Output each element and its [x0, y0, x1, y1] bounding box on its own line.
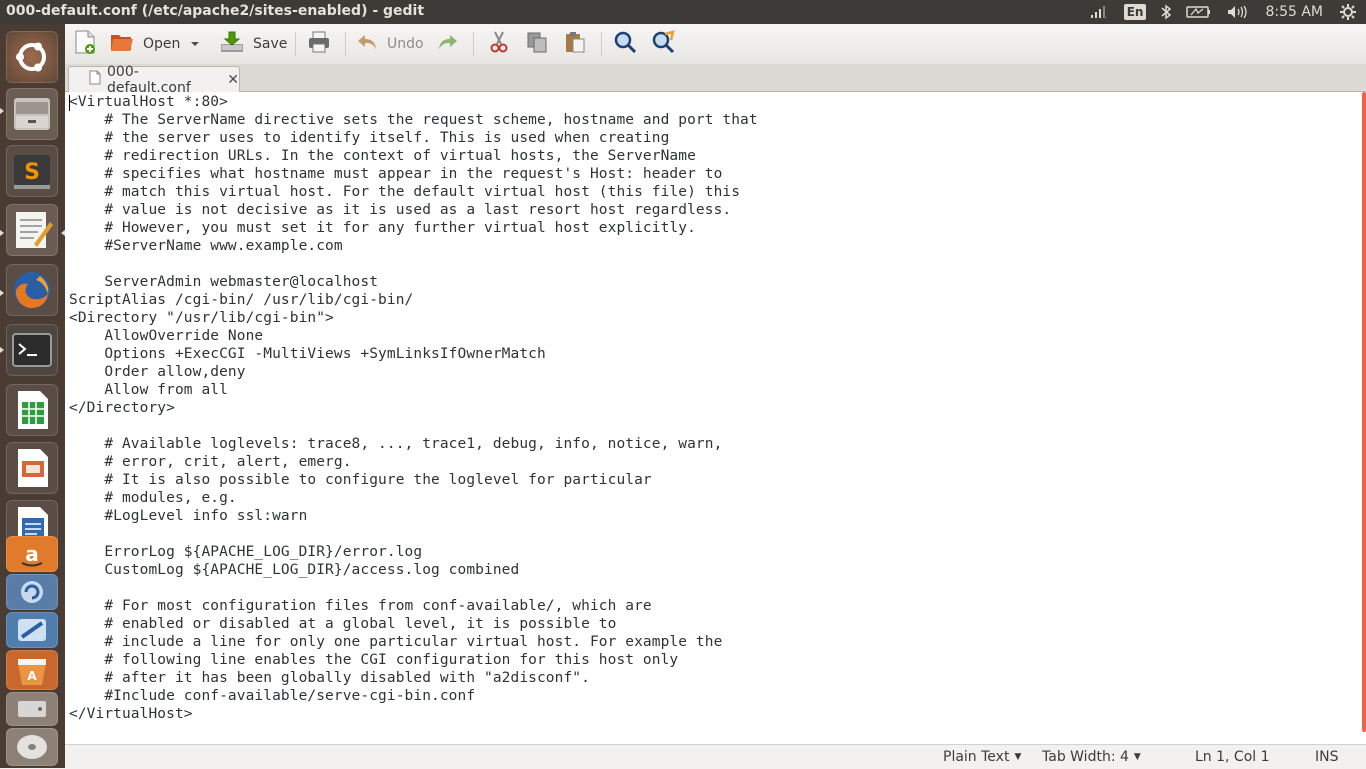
launcher-running-indicator: [0, 108, 4, 114]
folder-open-icon: [109, 30, 135, 58]
launcher-running-indicator: [0, 230, 4, 236]
document-text[interactable]: <VirtualHost *:80> # The ServerName dire…: [69, 93, 758, 723]
libreoffice-calc-icon[interactable]: [6, 384, 58, 436]
print-icon: [307, 30, 331, 58]
copy-icon: [525, 30, 549, 58]
clock[interactable]: 8:55 AM: [1265, 4, 1323, 20]
terminal-icon[interactable]: [6, 324, 58, 376]
scrollbar-thumb[interactable]: [1362, 92, 1366, 732]
language-selector[interactable]: Plain Text ▼: [943, 749, 1021, 765]
cut-icon: [487, 30, 511, 58]
find-icon: [613, 30, 637, 58]
find-replace-button[interactable]: [651, 28, 675, 60]
undo-icon: [355, 30, 379, 58]
text-cursor: [69, 95, 70, 111]
firefox-icon[interactable]: [6, 264, 58, 316]
tab-width-label: Tab Width: 4: [1042, 749, 1129, 765]
window-title: 000-default.conf (/etc/apache2/sites-ena…: [6, 3, 425, 19]
system-settings-icon[interactable]: [6, 612, 58, 648]
svg-text:S: S: [24, 160, 40, 185]
battery-icon[interactable]: [1186, 5, 1212, 19]
language-label: Plain Text: [943, 749, 1010, 765]
svg-text:A: A: [27, 669, 37, 683]
software-center-icon[interactable]: A: [6, 650, 58, 690]
ubuntu-dash-icon[interactable]: [6, 31, 58, 83]
new-document-icon: [73, 29, 97, 59]
status-bar: Plain Text ▼ Tab Width: 4 ▼ Ln 1, Col 1 IN…: [65, 744, 1366, 769]
text-document-icon: [89, 70, 101, 89]
tab-label: 000-default.conf: [107, 63, 191, 96]
launcher-running-indicator: [0, 347, 4, 353]
svg-text:a: a: [25, 542, 39, 566]
cursor-position: Ln 1, Col 1: [1195, 749, 1270, 765]
redo-icon: [436, 30, 460, 58]
paste-button[interactable]: [563, 28, 587, 60]
keyboard-language-indicator[interactable]: En: [1123, 4, 1147, 20]
undo-button[interactable]: Undo: [355, 28, 424, 60]
copy-button[interactable]: [525, 28, 549, 60]
undo-label: Undo: [387, 36, 424, 52]
open-recent-dropdown[interactable]: [190, 28, 200, 60]
cut-button[interactable]: [487, 28, 511, 60]
toolbar: Open Save Undo: [65, 24, 1366, 65]
sublime-text-icon[interactable]: S: [6, 145, 58, 197]
open-button[interactable]: Open: [109, 28, 180, 60]
chevron-down-icon: [190, 36, 200, 52]
close-tab-icon[interactable]: ✕: [227, 72, 239, 88]
print-button[interactable]: [307, 28, 331, 60]
indicator-area: . En 8:55 AM: [1083, 0, 1366, 24]
optical-drive-icon[interactable]: [6, 728, 58, 766]
svg-text:.: .: [1105, 13, 1107, 19]
chevron-down-icon: ▼: [1133, 752, 1141, 762]
libreoffice-impress-icon[interactable]: [6, 442, 58, 494]
software-updater-icon[interactable]: [6, 574, 58, 610]
find-button[interactable]: [613, 28, 637, 60]
save-icon: [219, 30, 245, 58]
amazon-icon[interactable]: a: [6, 536, 58, 572]
toolbar-separator: [345, 32, 346, 56]
paste-icon: [563, 30, 587, 58]
network-signal-icon[interactable]: .: [1090, 5, 1110, 19]
toolbar-separator: [601, 32, 602, 56]
tab-000-default-conf[interactable]: 000-default.conf ✕: [68, 64, 240, 96]
insert-mode: INS: [1315, 749, 1339, 765]
text-editor-area[interactable]: <VirtualHost *:80> # The ServerName dire…: [65, 92, 1361, 744]
toolbar-separator: [295, 32, 296, 56]
find-replace-icon: [651, 30, 675, 58]
document-tab-bar: 000-default.conf ✕: [65, 64, 1366, 96]
text-editor-icon[interactable]: [6, 204, 58, 256]
redo-button[interactable]: [436, 28, 460, 60]
new-document-button[interactable]: [73, 28, 97, 60]
volume-icon[interactable]: [1226, 5, 1248, 19]
save-button[interactable]: Save: [219, 28, 287, 60]
chevron-down-icon: ▼: [1014, 752, 1022, 762]
tab-width-selector[interactable]: Tab Width: 4 ▼: [1042, 749, 1141, 765]
launcher: S a A: [0, 24, 66, 768]
toolbar-separator: [473, 32, 474, 56]
top-panel: 000-default.conf (/etc/apache2/sites-ena…: [0, 0, 1366, 24]
vertical-scrollbar[interactable]: [1361, 92, 1366, 744]
disks-icon[interactable]: [6, 692, 58, 726]
save-label: Save: [253, 36, 288, 52]
gear-icon[interactable]: [1340, 4, 1356, 20]
open-label: Open: [143, 36, 181, 52]
files-icon[interactable]: [6, 88, 58, 140]
launcher-running-indicator: [0, 290, 4, 296]
bluetooth-icon[interactable]: [1160, 4, 1172, 20]
